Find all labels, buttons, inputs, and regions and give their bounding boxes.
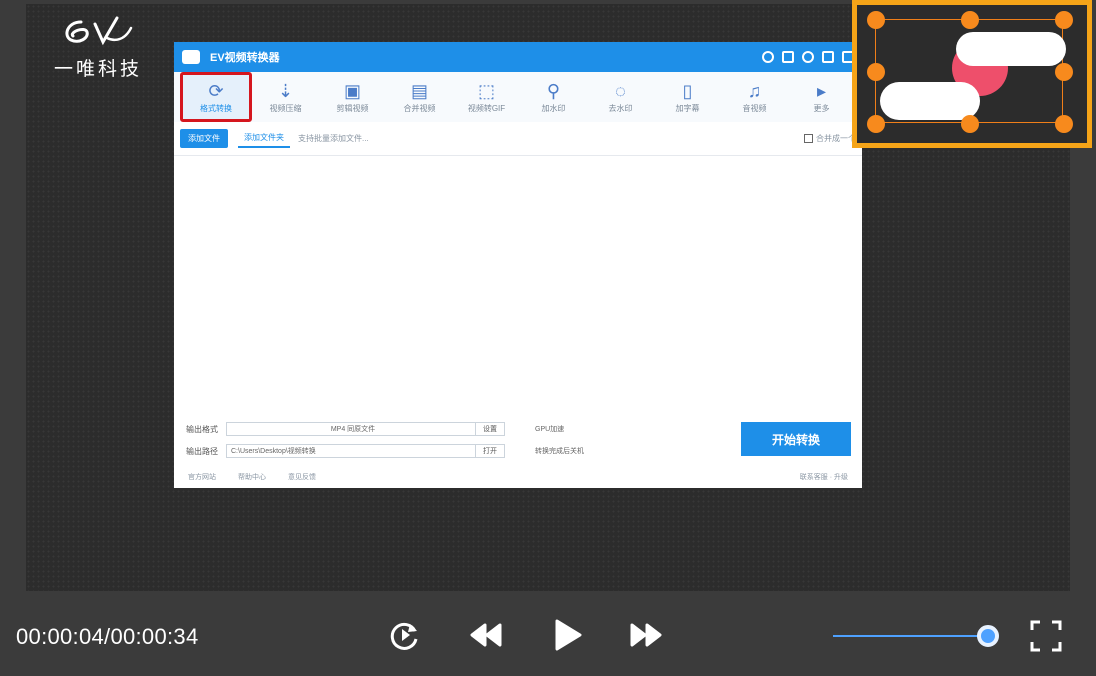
format-select[interactable]: MP4 同原文件	[226, 422, 476, 436]
tool-compress[interactable]: ⇣ 视频压缩	[252, 73, 319, 121]
tool-label: 去水印	[608, 103, 633, 113]
tool-label: 剪辑视频	[336, 103, 369, 113]
open-folder-button[interactable]: 打开	[475, 444, 505, 458]
selection-box[interactable]	[867, 11, 1073, 133]
add-file-button[interactable]: 添加文件	[180, 129, 228, 148]
volume-knob[interactable]	[977, 625, 999, 647]
app-icon	[182, 50, 200, 64]
shutdown-option[interactable]: 转换完成后关机	[535, 446, 584, 456]
feature-toolbar: ⟳ 格式转换 ⇣ 视频压缩 ▣ 剪辑视频 ▤ 合并视频 ⬚ 视频转GIF ⚲ 加…	[174, 72, 862, 122]
tool-subtitle[interactable]: ▯ 加字幕	[654, 73, 721, 121]
resize-handle[interactable]	[961, 115, 979, 133]
convert-icon: ⟳	[208, 80, 224, 101]
replay-icon[interactable]	[388, 618, 422, 652]
action-bar: 添加文件 添加文件夹 支持批量添加文件... 合并成一个	[174, 122, 862, 156]
tool-gif[interactable]: ⬚ 视频转GIF	[453, 73, 520, 121]
tool-label: 加字幕	[675, 103, 700, 113]
overlay-image-selection[interactable]	[852, 0, 1092, 148]
checkbox-icon	[804, 134, 813, 143]
tool-label: 更多	[813, 103, 830, 113]
minimize-icon[interactable]	[822, 51, 834, 63]
resize-handle[interactable]	[961, 11, 979, 29]
watermark-icon: ⚲	[546, 80, 561, 101]
tool-watermark[interactable]: ⚲ 加水印	[520, 73, 587, 121]
app-window: EV视频转换器 ⟳ 格式转换 ⇣ 视频压缩 ▣ 剪辑视频 ▤ 合并视频 ⬚ 视频…	[174, 42, 862, 488]
play-icon[interactable]	[553, 618, 583, 652]
path-label: 输出路径	[186, 446, 218, 456]
resize-handle[interactable]	[1055, 11, 1073, 29]
resize-handle[interactable]	[867, 115, 885, 133]
tool-cut[interactable]: ▣ 剪辑视频	[319, 73, 386, 121]
footer-right[interactable]: 联系客服 · 升级	[800, 472, 848, 482]
footer-link[interactable]: 官方网站	[188, 472, 216, 482]
brand-logo: 一唯科技	[48, 12, 148, 81]
resize-handle[interactable]	[867, 63, 885, 81]
cloud-shape	[956, 32, 1066, 66]
menu-icon[interactable]	[802, 51, 814, 63]
tool-merge[interactable]: ▤ 合并视频	[386, 73, 453, 121]
tool-label: 视频压缩	[269, 103, 302, 113]
fast-forward-icon[interactable]	[629, 622, 663, 648]
audio-icon: ♫	[747, 80, 762, 101]
tool-label: 加水印	[541, 103, 566, 113]
ev-logo-mark	[65, 16, 133, 46]
remove-watermark-icon: ◌	[615, 80, 626, 101]
tool-label: 视频转GIF	[467, 103, 506, 113]
tool-more[interactable]: ▸ 更多	[788, 73, 855, 121]
path-input[interactable]: C:\Users\Desktop\视频转换	[226, 444, 476, 458]
resize-handle[interactable]	[867, 11, 885, 29]
app-title: EV视频转换器	[210, 52, 280, 64]
footer-link[interactable]: 帮助中心	[238, 472, 266, 482]
fullscreen-icon[interactable]	[1030, 620, 1062, 652]
tool-audio[interactable]: ♫ 音视频	[721, 73, 788, 121]
cut-icon: ▣	[343, 80, 361, 101]
tool-format-convert[interactable]: ⟳ 格式转换	[180, 72, 252, 122]
more-icon: ▸	[816, 80, 827, 101]
tool-remove-watermark[interactable]: ◌ 去水印	[587, 73, 654, 121]
resize-handle[interactable]	[1055, 63, 1073, 81]
merge-label: 合并成一个	[816, 134, 856, 143]
format-label: 输出格式	[186, 424, 218, 434]
settings-icon[interactable]	[762, 51, 774, 63]
start-convert-button[interactable]: 开始转换	[741, 422, 851, 456]
subtitle-icon: ▯	[682, 80, 693, 101]
add-folder-button[interactable]: 添加文件夹	[238, 129, 290, 148]
message-icon[interactable]	[782, 51, 794, 63]
resize-handle[interactable]	[1055, 115, 1073, 133]
merge-icon: ▤	[410, 80, 428, 101]
format-settings-button[interactable]: 设置	[475, 422, 505, 436]
cloud-shape	[880, 82, 980, 120]
compress-icon: ⇣	[277, 80, 294, 101]
volume-slider[interactable]	[833, 635, 989, 637]
brand-text: 一唯科技	[53, 58, 142, 80]
title-bar: EV视频转换器	[174, 42, 862, 72]
add-hint: 支持批量添加文件...	[298, 134, 369, 143]
app-footer: 官方网站 帮助中心 意见反馈 联系客服 · 升级	[174, 466, 862, 488]
tool-label: 音视频	[742, 103, 767, 113]
tool-label: 格式转换	[200, 103, 232, 113]
footer-link[interactable]: 意见反馈	[288, 472, 316, 482]
time-display: 00:00:04/00:00:34	[16, 624, 199, 649]
merge-checkbox[interactable]: 合并成一个	[804, 133, 856, 144]
player-controls: 00:00:04/00:00:34	[0, 596, 1096, 676]
rewind-icon[interactable]	[469, 622, 503, 648]
gpu-option[interactable]: GPU加速	[535, 424, 564, 434]
gif-icon: ⬚	[477, 80, 495, 101]
tool-label: 合并视频	[403, 103, 436, 113]
file-drop-area[interactable]	[174, 156, 862, 416]
